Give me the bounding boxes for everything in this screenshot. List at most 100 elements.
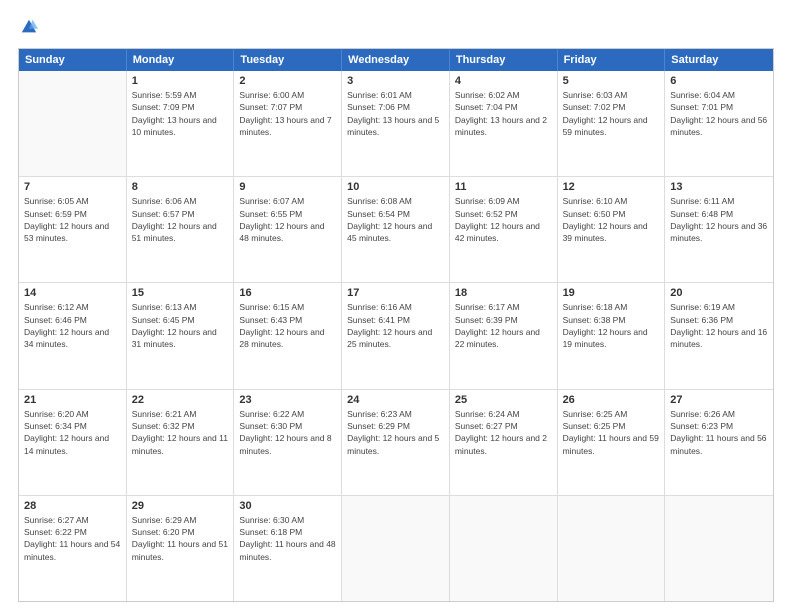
day-number: 30 <box>239 500 336 512</box>
day-cell-7: 7Sunrise: 6:05 AMSunset: 6:59 PMDaylight… <box>19 177 127 282</box>
day-cell-2: 2 Sunrise: 6:00 AMSunset: 7:07 PMDaylight… <box>234 71 342 176</box>
day-cell-20: 20 Sunrise: 6:19 AMSunset: 6:36 PMDayligh… <box>665 283 773 388</box>
day-info: Sunrise: 6:23 AMSunset: 6:29 PMDaylight:… <box>347 408 444 457</box>
day-cell-16: 16Sunrise: 6:15 AMSunset: 6:43 PMDayligh… <box>234 283 342 388</box>
logo-icon <box>20 18 38 36</box>
calendar-body: 1 Sunrise: 5:59 AMSunset: 7:09 PMDaylight… <box>19 71 773 601</box>
day-number: 23 <box>239 394 336 406</box>
week-row-3: 21 Sunrise: 6:20 AMSunset: 6:34 PMDayligh… <box>19 390 773 496</box>
day-cell-15: 15 Sunrise: 6:13 AMSunset: 6:45 PMDayligh… <box>127 283 235 388</box>
day-cell-18: 18Sunrise: 6:17 AMSunset: 6:39 PMDayligh… <box>450 283 558 388</box>
calendar-header: SundayMondayTuesdayWednesdayThursdayFrid… <box>19 49 773 71</box>
day-number: 26 <box>563 394 660 406</box>
day-cell-9: 9 Sunrise: 6:07 AMSunset: 6:55 PMDaylight… <box>234 177 342 282</box>
day-info: Sunrise: 6:27 AMSunset: 6:22 PMDaylight:… <box>24 514 121 563</box>
day-info: Sunrise: 6:07 AMSunset: 6:55 PMDaylight:… <box>239 195 336 244</box>
day-cell-5: 5Sunrise: 6:03 AMSunset: 7:02 PMDaylight… <box>558 71 666 176</box>
day-number: 8 <box>132 181 229 193</box>
day-number: 15 <box>132 287 229 299</box>
day-cell-21: 21 Sunrise: 6:20 AMSunset: 6:34 PMDayligh… <box>19 390 127 495</box>
day-number: 14 <box>24 287 121 299</box>
day-number: 5 <box>563 75 660 87</box>
day-cell-4: 4 Sunrise: 6:02 AMSunset: 7:04 PMDaylight… <box>450 71 558 176</box>
day-info: Sunrise: 6:09 AMSunset: 6:52 PMDaylight:… <box>455 195 552 244</box>
day-number: 1 <box>132 75 229 87</box>
day-cell-empty <box>342 496 450 601</box>
page: SundayMondayTuesdayWednesdayThursdayFrid… <box>0 0 792 612</box>
day-cell-3: 3 Sunrise: 6:01 AMSunset: 7:06 PMDaylight… <box>342 71 450 176</box>
day-number: 28 <box>24 500 121 512</box>
day-cell-10: 10 Sunrise: 6:08 AMSunset: 6:54 PMDayligh… <box>342 177 450 282</box>
day-info: Sunrise: 6:21 AMSunset: 6:32 PMDaylight:… <box>132 408 229 457</box>
day-info: Sunrise: 6:29 AMSunset: 6:20 PMDaylight:… <box>132 514 229 563</box>
day-cell-23: 23 Sunrise: 6:22 AMSunset: 6:30 PMDayligh… <box>234 390 342 495</box>
weekday-header-thursday: Thursday <box>450 49 558 71</box>
day-info: Sunrise: 5:59 AMSunset: 7:09 PMDaylight:… <box>132 89 229 138</box>
day-info: Sunrise: 6:20 AMSunset: 6:34 PMDaylight:… <box>24 408 121 457</box>
week-row-2: 14 Sunrise: 6:12 AMSunset: 6:46 PMDayligh… <box>19 283 773 389</box>
day-number: 18 <box>455 287 552 299</box>
day-cell-empty <box>19 71 127 176</box>
day-number: 25 <box>455 394 552 406</box>
day-info: Sunrise: 6:15 AMSunset: 6:43 PMDaylight:… <box>239 301 336 350</box>
weekday-header-wednesday: Wednesday <box>342 49 450 71</box>
day-info: Sunrise: 6:25 AMSunset: 6:25 PMDaylight:… <box>563 408 660 457</box>
day-info: Sunrise: 6:12 AMSunset: 6:46 PMDaylight:… <box>24 301 121 350</box>
day-cell-empty <box>450 496 558 601</box>
weekday-header-tuesday: Tuesday <box>234 49 342 71</box>
day-cell-30: 30Sunrise: 6:30 AMSunset: 6:18 PMDayligh… <box>234 496 342 601</box>
day-cell-14: 14 Sunrise: 6:12 AMSunset: 6:46 PMDayligh… <box>19 283 127 388</box>
day-cell-6: 6Sunrise: 6:04 AMSunset: 7:01 PMDaylight… <box>665 71 773 176</box>
day-cell-12: 12Sunrise: 6:10 AMSunset: 6:50 PMDayligh… <box>558 177 666 282</box>
day-cell-1: 1 Sunrise: 5:59 AMSunset: 7:09 PMDaylight… <box>127 71 235 176</box>
day-cell-11: 11Sunrise: 6:09 AMSunset: 6:52 PMDayligh… <box>450 177 558 282</box>
day-info: Sunrise: 6:00 AMSunset: 7:07 PMDaylight:… <box>239 89 336 138</box>
day-info: Sunrise: 6:26 AMSunset: 6:23 PMDaylight:… <box>670 408 768 457</box>
day-number: 4 <box>455 75 552 87</box>
day-number: 29 <box>132 500 229 512</box>
day-info: Sunrise: 6:18 AMSunset: 6:38 PMDaylight:… <box>563 301 660 350</box>
logo <box>18 18 38 38</box>
day-number: 17 <box>347 287 444 299</box>
day-info: Sunrise: 6:16 AMSunset: 6:41 PMDaylight:… <box>347 301 444 350</box>
day-number: 2 <box>239 75 336 87</box>
day-number: 20 <box>670 287 768 299</box>
day-cell-28: 28 Sunrise: 6:27 AMSunset: 6:22 PMDayligh… <box>19 496 127 601</box>
day-number: 3 <box>347 75 444 87</box>
weekday-header-monday: Monday <box>127 49 235 71</box>
day-cell-29: 29 Sunrise: 6:29 AMSunset: 6:20 PMDayligh… <box>127 496 235 601</box>
day-info: Sunrise: 6:13 AMSunset: 6:45 PMDaylight:… <box>132 301 229 350</box>
weekday-header-friday: Friday <box>558 49 666 71</box>
day-cell-27: 27 Sunrise: 6:26 AMSunset: 6:23 PMDayligh… <box>665 390 773 495</box>
week-row-0: 1 Sunrise: 5:59 AMSunset: 7:09 PMDaylight… <box>19 71 773 177</box>
day-info: Sunrise: 6:08 AMSunset: 6:54 PMDaylight:… <box>347 195 444 244</box>
day-number: 22 <box>132 394 229 406</box>
day-number: 13 <box>670 181 768 193</box>
weekday-header-saturday: Saturday <box>665 49 773 71</box>
day-info: Sunrise: 6:02 AMSunset: 7:04 PMDaylight:… <box>455 89 552 138</box>
day-number: 24 <box>347 394 444 406</box>
day-cell-24: 24 Sunrise: 6:23 AMSunset: 6:29 PMDayligh… <box>342 390 450 495</box>
day-number: 27 <box>670 394 768 406</box>
day-cell-17: 17 Sunrise: 6:16 AMSunset: 6:41 PMDayligh… <box>342 283 450 388</box>
day-info: Sunrise: 6:24 AMSunset: 6:27 PMDaylight:… <box>455 408 552 457</box>
day-cell-8: 8 Sunrise: 6:06 AMSunset: 6:57 PMDaylight… <box>127 177 235 282</box>
day-info: Sunrise: 6:19 AMSunset: 6:36 PMDaylight:… <box>670 301 768 350</box>
day-cell-empty <box>665 496 773 601</box>
day-cell-26: 26 Sunrise: 6:25 AMSunset: 6:25 PMDayligh… <box>558 390 666 495</box>
day-number: 21 <box>24 394 121 406</box>
day-cell-25: 25 Sunrise: 6:24 AMSunset: 6:27 PMDayligh… <box>450 390 558 495</box>
day-info: Sunrise: 6:22 AMSunset: 6:30 PMDaylight:… <box>239 408 336 457</box>
day-cell-19: 19Sunrise: 6:18 AMSunset: 6:38 PMDayligh… <box>558 283 666 388</box>
day-info: Sunrise: 6:10 AMSunset: 6:50 PMDaylight:… <box>563 195 660 244</box>
day-info: Sunrise: 6:05 AMSunset: 6:59 PMDaylight:… <box>24 195 121 244</box>
day-info: Sunrise: 6:01 AMSunset: 7:06 PMDaylight:… <box>347 89 444 138</box>
header <box>18 18 774 38</box>
day-number: 10 <box>347 181 444 193</box>
day-info: Sunrise: 6:06 AMSunset: 6:57 PMDaylight:… <box>132 195 229 244</box>
week-row-4: 28 Sunrise: 6:27 AMSunset: 6:22 PMDayligh… <box>19 496 773 601</box>
day-cell-13: 13Sunrise: 6:11 AMSunset: 6:48 PMDayligh… <box>665 177 773 282</box>
calendar: SundayMondayTuesdayWednesdayThursdayFrid… <box>18 48 774 602</box>
day-number: 9 <box>239 181 336 193</box>
week-row-1: 7Sunrise: 6:05 AMSunset: 6:59 PMDaylight… <box>19 177 773 283</box>
